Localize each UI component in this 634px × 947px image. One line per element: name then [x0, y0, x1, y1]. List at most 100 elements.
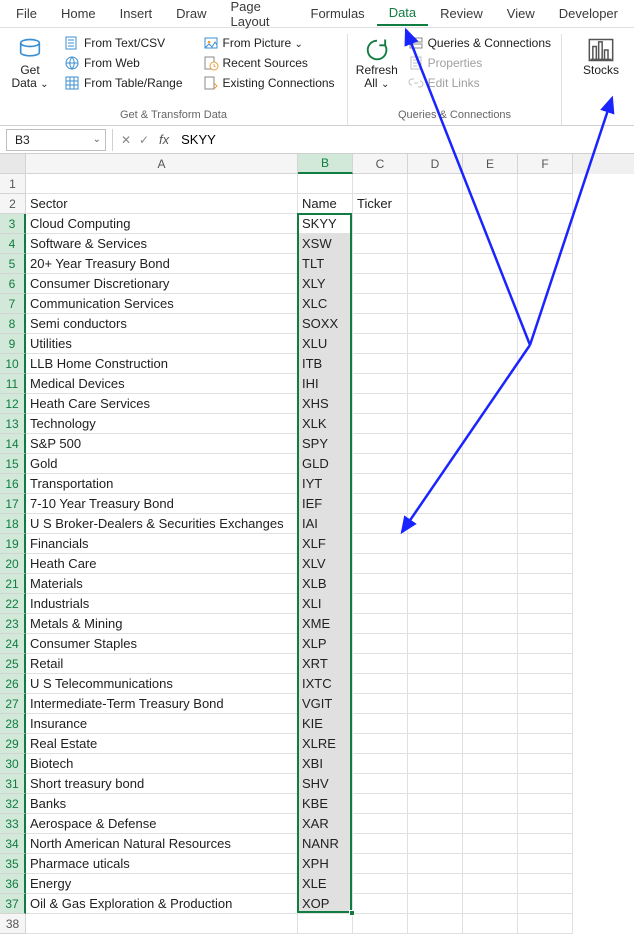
cell[interactable] — [353, 794, 408, 814]
cell[interactable] — [353, 894, 408, 914]
row-header[interactable]: 23 — [0, 614, 26, 634]
cell[interactable] — [463, 314, 518, 334]
cell[interactable]: Intermediate-Term Treasury Bond — [26, 694, 298, 714]
refresh-all-button[interactable]: Refresh All ⌄ — [354, 34, 400, 92]
cell[interactable] — [408, 794, 463, 814]
cell[interactable] — [353, 574, 408, 594]
cell[interactable]: XAR — [298, 814, 353, 834]
cell[interactable] — [408, 834, 463, 854]
cell[interactable]: VGIT — [298, 694, 353, 714]
cell[interactable]: XBI — [298, 754, 353, 774]
cell[interactable]: XLRE — [298, 734, 353, 754]
col-header-B[interactable]: B — [298, 154, 353, 174]
cell[interactable] — [463, 614, 518, 634]
cell[interactable]: IEF — [298, 494, 353, 514]
cell[interactable] — [463, 294, 518, 314]
cell[interactable]: Software & Services — [26, 234, 298, 254]
cell[interactable] — [518, 374, 573, 394]
cell[interactable]: Ticker — [353, 194, 408, 214]
cell[interactable]: XRT — [298, 654, 353, 674]
row-header[interactable]: 10 — [0, 354, 26, 374]
cell[interactable]: Technology — [26, 414, 298, 434]
row-header[interactable]: 29 — [0, 734, 26, 754]
cell[interactable] — [408, 594, 463, 614]
col-header-D[interactable]: D — [408, 154, 463, 174]
cell[interactable] — [408, 654, 463, 674]
cell[interactable] — [463, 574, 518, 594]
cell[interactable] — [463, 874, 518, 894]
row-header[interactable]: 21 — [0, 574, 26, 594]
existing-connections-button[interactable]: Existing Connections — [199, 74, 339, 92]
cell[interactable] — [463, 634, 518, 654]
cell[interactable] — [518, 194, 573, 214]
cell[interactable] — [408, 514, 463, 534]
cell[interactable] — [518, 354, 573, 374]
cell[interactable] — [408, 254, 463, 274]
row-header[interactable]: 19 — [0, 534, 26, 554]
cell[interactable]: XLE — [298, 874, 353, 894]
cell[interactable]: Consumer Discretionary — [26, 274, 298, 294]
cell[interactable] — [353, 374, 408, 394]
cell[interactable]: GLD — [298, 454, 353, 474]
cell[interactable] — [353, 674, 408, 694]
cell[interactable] — [463, 454, 518, 474]
cell[interactable] — [353, 214, 408, 234]
cell[interactable] — [353, 774, 408, 794]
cell[interactable] — [353, 254, 408, 274]
menu-developer[interactable]: Developer — [547, 2, 630, 25]
cell[interactable] — [353, 394, 408, 414]
row-header[interactable]: 30 — [0, 754, 26, 774]
row-header[interactable]: 26 — [0, 674, 26, 694]
row-header[interactable]: 31 — [0, 774, 26, 794]
menu-draw[interactable]: Draw — [164, 2, 218, 25]
cell[interactable] — [463, 734, 518, 754]
cell[interactable] — [408, 714, 463, 734]
cell[interactable] — [408, 354, 463, 374]
from-text-csv-button[interactable]: From Text/CSV — [60, 34, 187, 52]
row-header[interactable]: 20 — [0, 554, 26, 574]
cell[interactable] — [518, 434, 573, 454]
cell[interactable] — [518, 854, 573, 874]
cell[interactable]: S&P 500 — [26, 434, 298, 454]
row-header[interactable]: 3 — [0, 214, 26, 234]
stocks-button[interactable]: Stocks — [574, 34, 628, 77]
col-header-C[interactable]: C — [353, 154, 408, 174]
cell[interactable] — [463, 654, 518, 674]
cell[interactable]: Medical Devices — [26, 374, 298, 394]
cell[interactable] — [408, 634, 463, 654]
cell[interactable] — [408, 554, 463, 574]
cell[interactable]: Biotech — [26, 754, 298, 774]
cell[interactable] — [26, 174, 298, 194]
cell[interactable]: SKYY — [298, 214, 353, 234]
cell[interactable] — [463, 694, 518, 714]
cell[interactable]: XSW — [298, 234, 353, 254]
cell[interactable] — [463, 494, 518, 514]
row-header[interactable]: 24 — [0, 634, 26, 654]
fill-handle[interactable] — [349, 910, 355, 916]
col-header-F[interactable]: F — [518, 154, 573, 174]
select-all-corner[interactable] — [0, 154, 26, 174]
cell[interactable] — [518, 694, 573, 714]
cell[interactable] — [26, 914, 298, 934]
cell[interactable] — [353, 414, 408, 434]
cell[interactable] — [408, 694, 463, 714]
cell[interactable] — [518, 894, 573, 914]
cell[interactable] — [463, 794, 518, 814]
queries-connections-button[interactable]: Queries & Connections — [404, 34, 555, 52]
cell[interactable]: Consumer Staples — [26, 634, 298, 654]
cell[interactable]: IYT — [298, 474, 353, 494]
cell[interactable]: Gold — [26, 454, 298, 474]
cell[interactable] — [518, 254, 573, 274]
cell[interactable]: SHV — [298, 774, 353, 794]
cell[interactable]: Transportation — [26, 474, 298, 494]
cell[interactable]: Short treasury bond — [26, 774, 298, 794]
cell[interactable] — [518, 654, 573, 674]
row-header[interactable]: 32 — [0, 794, 26, 814]
cell[interactable] — [518, 394, 573, 414]
row-header[interactable]: 25 — [0, 654, 26, 674]
cell[interactable] — [353, 634, 408, 654]
cell[interactable]: XLV — [298, 554, 353, 574]
row-header[interactable]: 36 — [0, 874, 26, 894]
cell[interactable] — [408, 494, 463, 514]
cell[interactable] — [463, 814, 518, 834]
